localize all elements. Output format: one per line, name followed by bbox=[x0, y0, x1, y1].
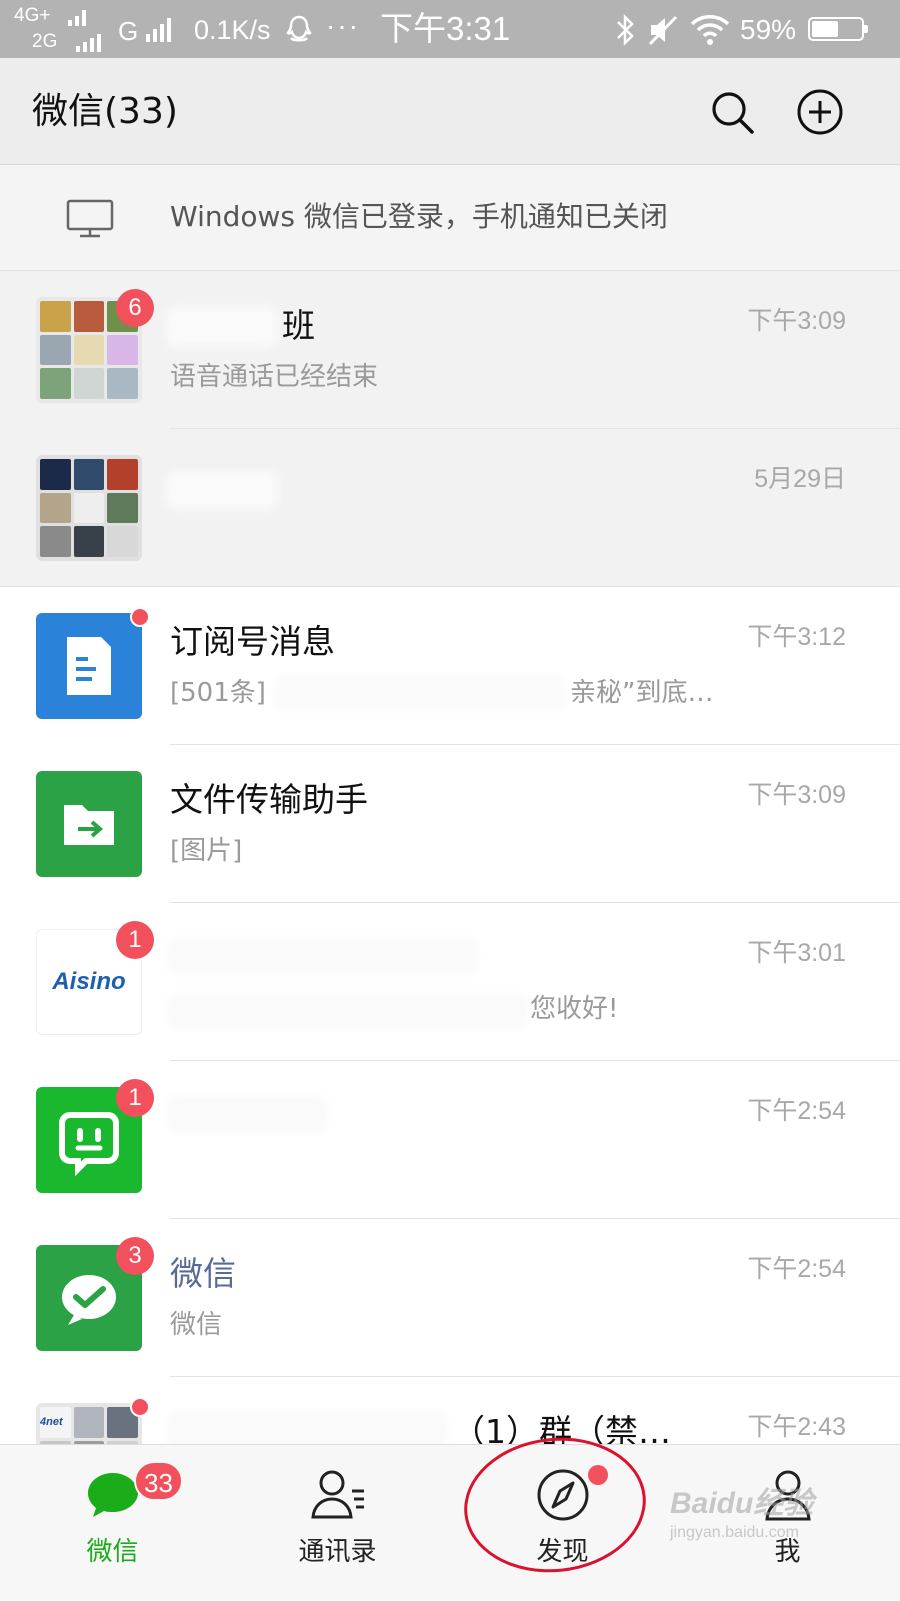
redacted-name bbox=[172, 313, 272, 341]
network-indicator: 4G+ 2G bbox=[14, 6, 104, 56]
redacted-message bbox=[172, 999, 522, 1023]
signal-icon bbox=[76, 34, 101, 52]
group-avatar: 4net bbox=[36, 1397, 150, 1444]
redacted-name bbox=[172, 1101, 322, 1127]
group-avatar: 6 bbox=[36, 289, 154, 403]
chat-time: 5月29日 bbox=[754, 465, 846, 493]
tab-contacts[interactable]: 通讯录 bbox=[225, 1445, 450, 1601]
chat-time: 下午2:54 bbox=[747, 1255, 846, 1283]
redacted-name bbox=[172, 1417, 442, 1443]
watermark-main: Baidu经验 bbox=[670, 1487, 814, 1520]
chat-time: 下午2:43 bbox=[747, 1413, 846, 1441]
bluetooth-icon bbox=[617, 13, 634, 47]
chat-last-message: 语音通话已经结束 bbox=[170, 362, 379, 392]
chat-time: 下午3:12 bbox=[747, 623, 846, 651]
page-title: 微信(33) bbox=[32, 91, 178, 132]
app-header: 微信(33) bbox=[0, 58, 900, 165]
monitor-icon bbox=[66, 199, 114, 238]
qq-icon bbox=[286, 15, 312, 42]
chat-row[interactable]: 3 微信 微信 下午2:54 bbox=[0, 1219, 900, 1377]
search-icon[interactable] bbox=[708, 88, 756, 136]
tab-label: 通讯录 bbox=[298, 1537, 377, 1567]
chat-name: 文件传输助手 bbox=[170, 780, 368, 819]
unread-badge: 1 bbox=[116, 1079, 154, 1117]
plus-circle-icon[interactable] bbox=[796, 88, 844, 136]
network-type-secondary: 2G bbox=[32, 31, 58, 52]
signal-icon bbox=[146, 18, 171, 42]
unread-badge: 6 bbox=[116, 289, 154, 327]
aisino-logo: Aisino bbox=[52, 968, 126, 995]
chat-list[interactable]: 6 班 语音通话已经结束 下午3:09 5月29日 订阅号消息 [501条] 亲… bbox=[0, 271, 900, 1444]
unread-dot bbox=[130, 1397, 150, 1417]
subscription-avatar bbox=[36, 607, 150, 719]
network-type-primary: 4G+ bbox=[14, 5, 51, 26]
chat-name: 微信 bbox=[170, 1254, 236, 1293]
notice-text: Windows 微信已登录，手机通知已关闭 bbox=[170, 200, 668, 233]
tab-unread-badge: 33 bbox=[134, 1461, 183, 1501]
battery-icon bbox=[808, 17, 868, 41]
chat-bubble-icon bbox=[87, 1473, 138, 1517]
official-account-avatar: Aisino 1 bbox=[36, 921, 154, 1035]
chat-row[interactable]: 6 班 语音通话已经结束 下午3:09 bbox=[0, 271, 900, 429]
redacted-message bbox=[280, 681, 560, 705]
chat-row[interactable]: 订阅号消息 [501条] 亲秘”到底… 下午3:12 bbox=[0, 587, 900, 745]
chat-last-message: 微信 bbox=[170, 1310, 223, 1340]
chat-row[interactable]: Aisino 1 您收好! 下午3:01 bbox=[0, 903, 900, 1061]
chat-time: 下午3:01 bbox=[747, 939, 846, 967]
tab-label: 微信 bbox=[86, 1537, 139, 1567]
chat-last-message: [图片] bbox=[170, 836, 243, 866]
wifi-icon bbox=[690, 15, 730, 45]
service-avatar: 1 bbox=[36, 1079, 154, 1193]
chat-row[interactable]: 1 下午2:54 bbox=[0, 1061, 900, 1219]
chat-row[interactable]: 5月29日 bbox=[0, 429, 900, 587]
signal-icon bbox=[68, 10, 86, 26]
chat-message-suffix: 亲秘”到底… bbox=[570, 678, 714, 708]
chat-row[interactable]: 文件传输助手 [图片] 下午3:09 bbox=[0, 745, 900, 903]
contacts-icon bbox=[310, 1470, 364, 1519]
watermark: Baidu经验 jingyan.baidu.com bbox=[670, 1478, 813, 1542]
battery-percent: 59% bbox=[740, 14, 797, 45]
network-speed: 0.1K/s bbox=[194, 15, 271, 45]
status-bar: 4G+ 2G G 0.1K/s ··· 下午3:31 59% bbox=[0, 0, 900, 58]
watermark-sub: jingyan.baidu.com bbox=[670, 1524, 799, 1541]
chat-message-prefix: [501条] bbox=[170, 678, 266, 708]
group-avatar bbox=[36, 455, 142, 561]
more-notifications-icon: ··· bbox=[326, 10, 360, 41]
redacted-name bbox=[172, 943, 472, 969]
chat-name: 订阅号消息 bbox=[170, 622, 335, 661]
status-time: 下午3:31 bbox=[380, 10, 511, 47]
wechat-team-avatar: 3 bbox=[36, 1237, 154, 1351]
document-icon bbox=[67, 637, 111, 695]
file-transfer-avatar bbox=[36, 771, 142, 877]
folder-arrow-icon bbox=[64, 805, 114, 845]
unread-dot bbox=[130, 607, 150, 627]
chat-name: 班 bbox=[282, 306, 315, 345]
chat-time: 下午2:54 bbox=[747, 1097, 846, 1125]
unread-badge: 1 bbox=[116, 921, 154, 959]
mute-icon bbox=[648, 15, 678, 46]
tab-chats[interactable]: 33 微信 bbox=[0, 1445, 225, 1601]
network-type-g: G bbox=[118, 16, 139, 46]
group-logo-text: 4net bbox=[40, 1407, 71, 1438]
chat-time: 下午3:09 bbox=[747, 307, 846, 335]
chat-message-suffix: 您收好! bbox=[530, 994, 619, 1024]
desktop-login-notice[interactable]: Windows 微信已登录，手机通知已关闭 bbox=[0, 165, 900, 271]
chat-row[interactable]: 4net （1）群（禁… 下午2:43 bbox=[0, 1377, 900, 1444]
chat-time: 下午3:09 bbox=[747, 781, 846, 809]
redacted-name bbox=[172, 477, 272, 503]
unread-badge: 3 bbox=[116, 1237, 154, 1275]
